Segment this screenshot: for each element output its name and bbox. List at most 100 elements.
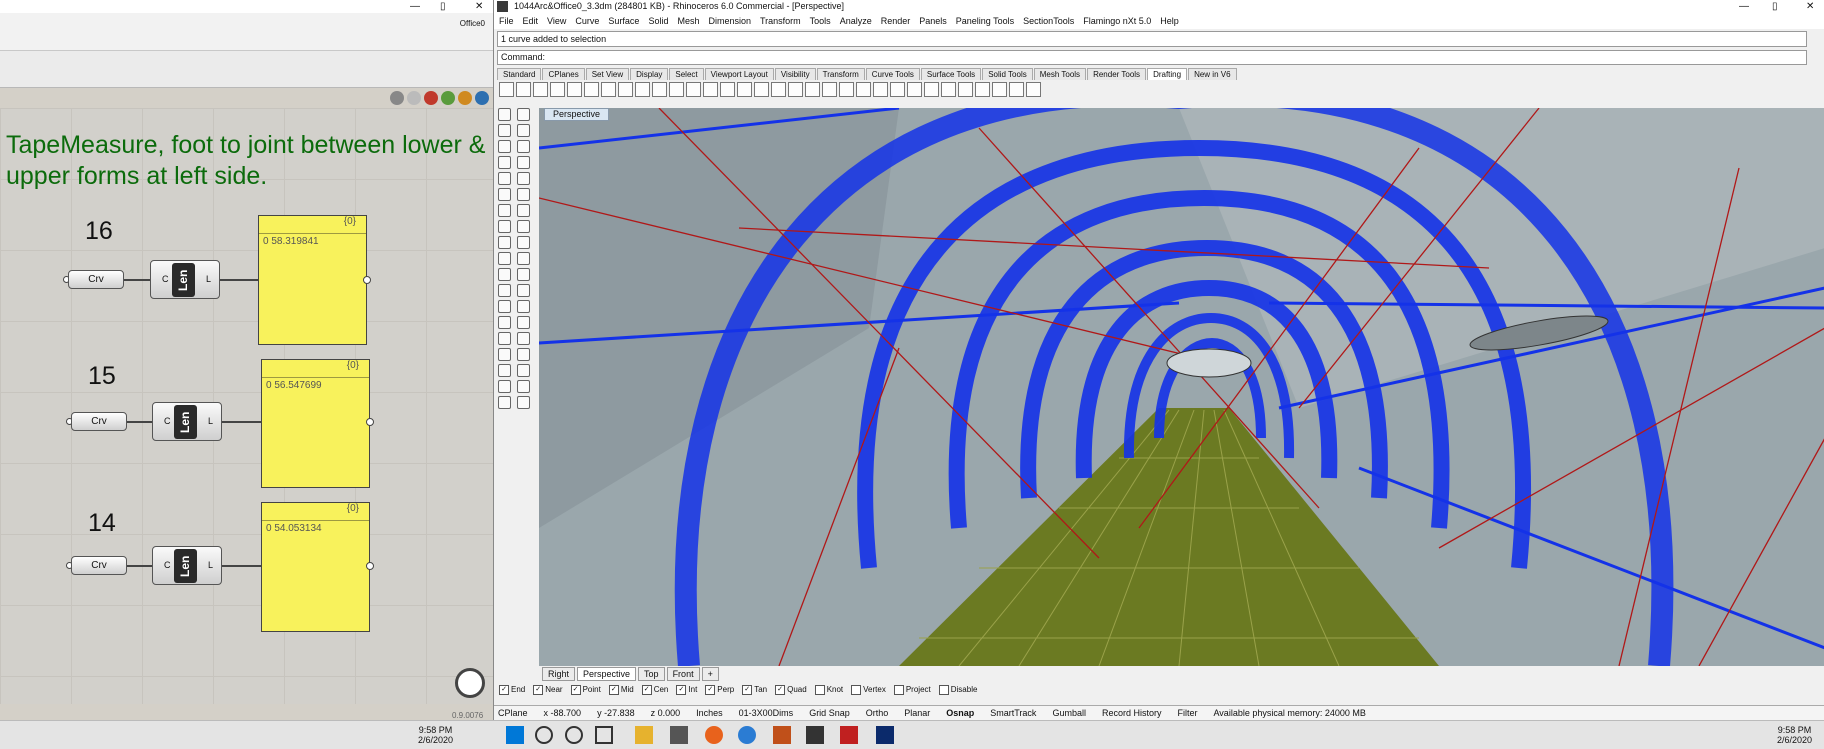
tool-icon[interactable]: [873, 82, 888, 97]
tool-icon[interactable]: [907, 82, 922, 97]
tool-icon[interactable]: [517, 268, 530, 281]
menu-item[interactable]: Panels: [919, 13, 947, 29]
tool-icon[interactable]: [890, 82, 905, 97]
osnap-checkbox[interactable]: Perp: [705, 685, 734, 695]
tool-icon[interactable]: [517, 220, 530, 233]
tool-icon[interactable]: [771, 82, 786, 97]
rhino-maximize-button[interactable]: ▯: [1772, 0, 1778, 13]
tool-icon[interactable]: [498, 268, 511, 281]
tool-icon[interactable]: [498, 140, 511, 153]
tool-icon[interactable]: [737, 82, 752, 97]
menu-item[interactable]: Flamingo nXt 5.0: [1083, 13, 1151, 29]
osnap-checkbox[interactable]: Vertex: [851, 685, 886, 695]
filter-toggle[interactable]: Filter: [1177, 706, 1197, 720]
toolbar-tab[interactable]: CPlanes: [542, 68, 585, 80]
gumball-toggle[interactable]: Gumball: [1052, 706, 1086, 720]
tool-icon[interactable]: [517, 396, 530, 409]
gh-globe-icon[interactable]: [455, 668, 485, 698]
tool-icon[interactable]: [822, 82, 837, 97]
tool-icon[interactable]: [533, 82, 548, 97]
tool-icon[interactable]: [941, 82, 956, 97]
tool-icon[interactable]: [517, 156, 530, 169]
osnap-checkbox[interactable]: Cen: [642, 685, 669, 695]
tool-icon[interactable]: [517, 188, 530, 201]
search-icon[interactable]: [535, 726, 553, 744]
preview-shaded-icon[interactable]: [424, 91, 438, 105]
tool-icon[interactable]: [601, 82, 616, 97]
task-view-icon[interactable]: [595, 726, 613, 744]
toolbar-tab[interactable]: New in V6: [1188, 68, 1237, 80]
tool-icon[interactable]: [499, 82, 514, 97]
toolbar-tab[interactable]: Select: [669, 68, 704, 80]
menu-item[interactable]: Dimension: [708, 13, 751, 29]
tool-icon[interactable]: [517, 140, 530, 153]
planar-toggle[interactable]: Planar: [904, 706, 930, 720]
length-component[interactable]: C Len L: [152, 546, 222, 585]
tool-icon[interactable]: [517, 300, 530, 313]
menu-item[interactable]: Curve: [575, 13, 599, 29]
viewport-tab[interactable]: Right: [542, 667, 576, 681]
osnap-checkbox[interactable]: End: [499, 685, 525, 695]
toolbar-tab[interactable]: Surface Tools: [920, 68, 982, 80]
tool-icon[interactable]: [856, 82, 871, 97]
curve-param[interactable]: Crv: [68, 270, 124, 289]
menu-item[interactable]: Surface: [608, 13, 639, 29]
menu-item[interactable]: Solid: [648, 13, 668, 29]
tool-icon[interactable]: [517, 124, 530, 137]
menu-item[interactable]: Analyze: [840, 13, 872, 29]
preview-off-icon[interactable]: [390, 91, 404, 105]
clock[interactable]: 9:58 PM 2/6/2020: [1777, 725, 1812, 745]
tool-icon[interactable]: [517, 332, 530, 345]
tool-icon[interactable]: [498, 348, 511, 361]
grid-snap-toggle[interactable]: Grid Snap: [809, 706, 850, 720]
tool-icon[interactable]: [498, 284, 511, 297]
osnap-checkbox[interactable]: Near: [533, 685, 562, 695]
tool-icon[interactable]: [686, 82, 701, 97]
panel-grip[interactable]: [366, 562, 374, 570]
viewport-tab[interactable]: +: [701, 667, 719, 681]
tool-icon[interactable]: [720, 82, 735, 97]
tool-icon[interactable]: [517, 252, 530, 265]
toolbar-tab[interactable]: Render Tools: [1087, 68, 1147, 80]
tool-icon[interactable]: [517, 316, 530, 329]
tool-icon[interactable]: [498, 156, 511, 169]
osnap-checkbox[interactable]: Disable: [939, 685, 978, 695]
command-prompt[interactable]: Command:: [497, 50, 1807, 65]
panel-grip[interactable]: [363, 276, 371, 284]
length-component[interactable]: C Len L: [150, 260, 220, 299]
tool-icon[interactable]: [498, 252, 511, 265]
tool-icon[interactable]: [498, 172, 511, 185]
tool-icon[interactable]: [652, 82, 667, 97]
menu-item[interactable]: Tools: [810, 13, 831, 29]
app-icon[interactable]: [840, 726, 858, 744]
gh-maximize-button[interactable]: ▯: [440, 1, 446, 12]
osnap-checkbox[interactable]: Quad: [775, 685, 807, 695]
tool-icon[interactable]: [498, 188, 511, 201]
tool-icon[interactable]: [498, 316, 511, 329]
gh-canvas[interactable]: [0, 108, 493, 704]
toolbar-tab[interactable]: Transform: [816, 68, 865, 80]
file-explorer-icon[interactable]: [635, 726, 653, 744]
tool-icon[interactable]: [498, 396, 511, 409]
tool-icon[interactable]: [516, 82, 531, 97]
osnap-checkbox[interactable]: Tan: [742, 685, 767, 695]
menu-item[interactable]: Mesh: [677, 13, 699, 29]
smarttrack-toggle[interactable]: SmartTrack: [990, 706, 1036, 720]
tool-icon[interactable]: [618, 82, 633, 97]
menu-item[interactable]: Help: [1160, 13, 1179, 29]
gh-close-button[interactable]: ✕: [475, 1, 483, 12]
tool-icon[interactable]: [669, 82, 684, 97]
viewport-tab[interactable]: Top: [638, 667, 665, 681]
gh-minimize-button[interactable]: —: [410, 1, 420, 12]
app-icon[interactable]: [773, 726, 791, 744]
value-panel[interactable]: {0} 0 56.547699: [261, 359, 374, 488]
osnap-checkbox[interactable]: Mid: [609, 685, 634, 695]
tool-icon[interactable]: [703, 82, 718, 97]
toolbar-tab[interactable]: Visibility: [774, 68, 816, 80]
preview-wire-icon[interactable]: [407, 91, 421, 105]
tool-icon[interactable]: [517, 364, 530, 377]
ortho-toggle[interactable]: Ortho: [866, 706, 889, 720]
toolbar-tab[interactable]: Curve Tools: [865, 68, 920, 80]
value-panel[interactable]: {0} 0 54.053134: [261, 502, 374, 632]
menu-item[interactable]: Paneling Tools: [956, 13, 1014, 29]
